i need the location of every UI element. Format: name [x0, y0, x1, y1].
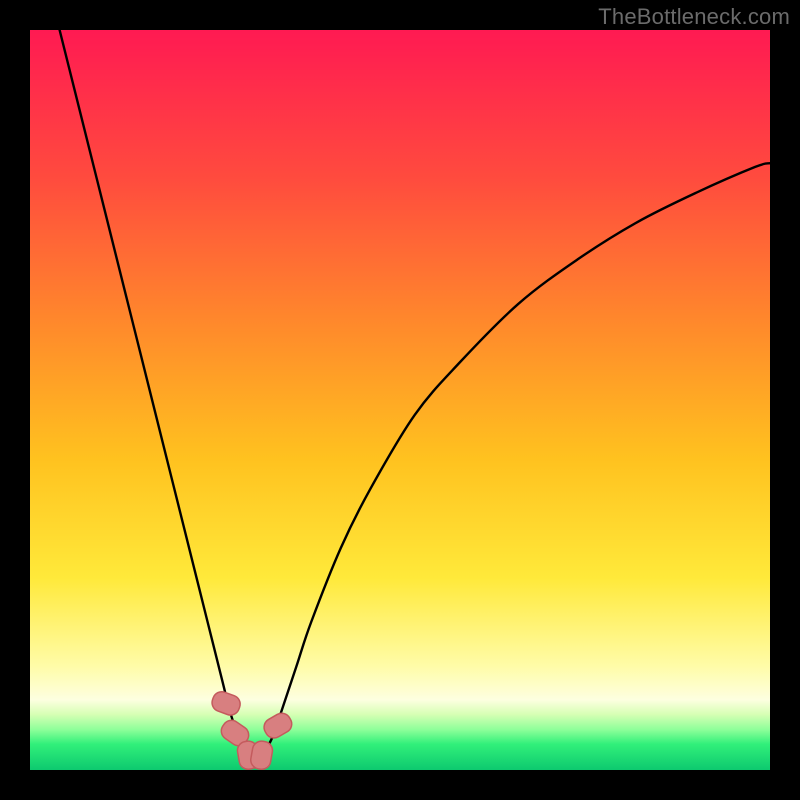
- watermark-text: TheBottleneck.com: [598, 4, 790, 30]
- bottleneck-curve: [60, 30, 770, 756]
- plot-area: [30, 30, 770, 770]
- curve-marker: [261, 710, 295, 741]
- curve-layer: [30, 30, 770, 770]
- curve-marker: [210, 689, 243, 717]
- marker-group: [210, 689, 296, 770]
